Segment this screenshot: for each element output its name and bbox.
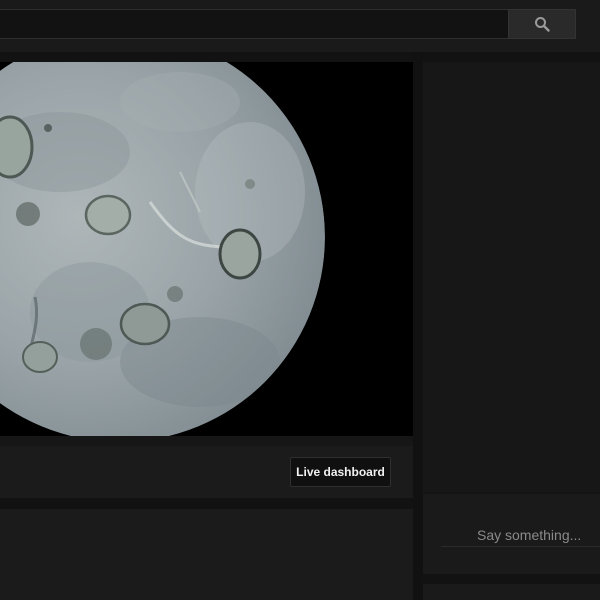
chat-messages [423,62,600,492]
column-separator [413,52,423,600]
description-panel [0,509,413,600]
search-button[interactable] [508,9,576,39]
chat-input-underline [441,546,600,547]
chat-panel: Say something... [423,62,600,574]
video-player[interactable] [0,62,413,436]
chat-footer [423,584,600,600]
search-input[interactable] [0,9,508,39]
chat-input[interactable]: Say something... [477,527,581,543]
live-dashboard-button[interactable]: Live dashboard [290,457,391,487]
microscope-frame [0,62,413,436]
chat-input-area: Say something... [423,494,600,574]
player-gap [0,436,413,446]
search-icon [535,17,550,32]
top-bar [0,0,600,52]
